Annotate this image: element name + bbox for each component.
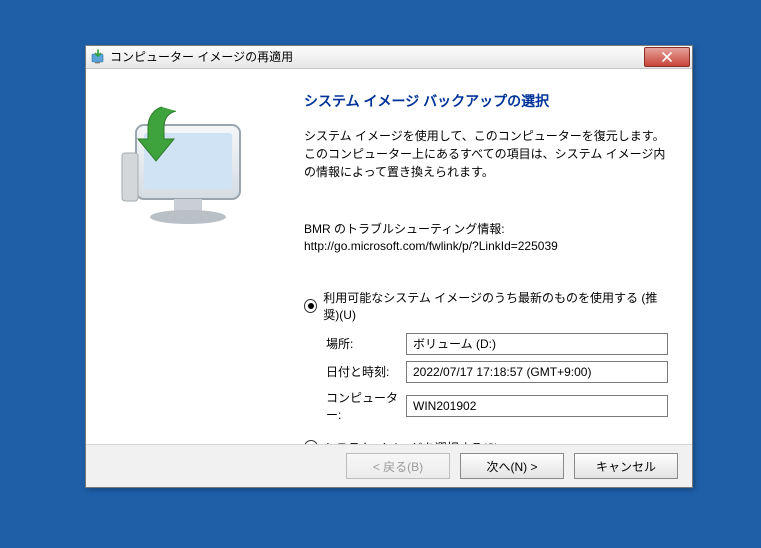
description-text: システム イメージを使用して、このコンピューターを復元します。このコンピューター… (304, 127, 668, 181)
field-location: 場所: ボリューム (D:) (326, 333, 668, 355)
close-button[interactable] (644, 47, 690, 67)
wizard-footer: < 戻る(B) 次へ(N) > キャンセル (86, 444, 692, 487)
troubleshoot-block: BMR のトラブルシューティング情報: http://go.microsoft.… (304, 221, 668, 255)
app-icon (90, 49, 106, 65)
field-datetime: 日付と時刻: 2022/07/17 17:18:57 (GMT+9:00) (326, 361, 668, 383)
field-location-value: ボリューム (D:) (406, 333, 668, 355)
radio-selected-icon (304, 299, 317, 313)
field-computer-value: WIN201902 (406, 395, 668, 417)
field-computer: コンピューター: WIN201902 (326, 389, 668, 423)
radio-use-latest[interactable]: 利用可能なシステム イメージのうち最新のものを使用する (推奨)(U) (304, 289, 668, 323)
latest-image-details: 場所: ボリューム (D:) 日付と時刻: 2022/07/17 17:18:5… (326, 333, 668, 423)
troubleshoot-link[interactable]: http://go.microsoft.com/fwlink/p/?LinkId… (304, 239, 558, 253)
field-datetime-label: 日付と時刻: (326, 363, 406, 380)
radio-use-latest-label: 利用可能なシステム イメージのうち最新のものを使用する (推奨)(U) (323, 289, 668, 323)
troubleshoot-label: BMR のトラブルシューティング情報: (304, 222, 505, 236)
main-pane: システム イメージ バックアップの選択 システム イメージを使用して、このコンピ… (294, 69, 692, 446)
content-area: システム イメージ バックアップの選択 システム イメージを使用して、このコンピ… (86, 69, 692, 446)
field-location-label: 場所: (326, 335, 406, 352)
field-computer-label: コンピューター: (326, 389, 406, 423)
title-bar: コンピューター イメージの再適用 (86, 46, 692, 69)
monitor-restore-icon (104, 95, 254, 235)
page-heading: システム イメージ バックアップの選択 (304, 91, 668, 111)
wizard-dialog: コンピューター イメージの再適用 システム イメージ バックアップ (85, 45, 693, 488)
next-button[interactable]: 次へ(N) > (460, 453, 564, 479)
image-selection-group: 利用可能なシステム イメージのうち最新のものを使用する (推奨)(U) 場所: … (304, 289, 668, 456)
back-button: < 戻る(B) (346, 453, 450, 479)
sidebar-graphic (86, 69, 294, 446)
window-title: コンピューター イメージの再適用 (110, 46, 644, 68)
field-datetime-value: 2022/07/17 17:18:57 (GMT+9:00) (406, 361, 668, 383)
cancel-button[interactable]: キャンセル (574, 453, 678, 479)
